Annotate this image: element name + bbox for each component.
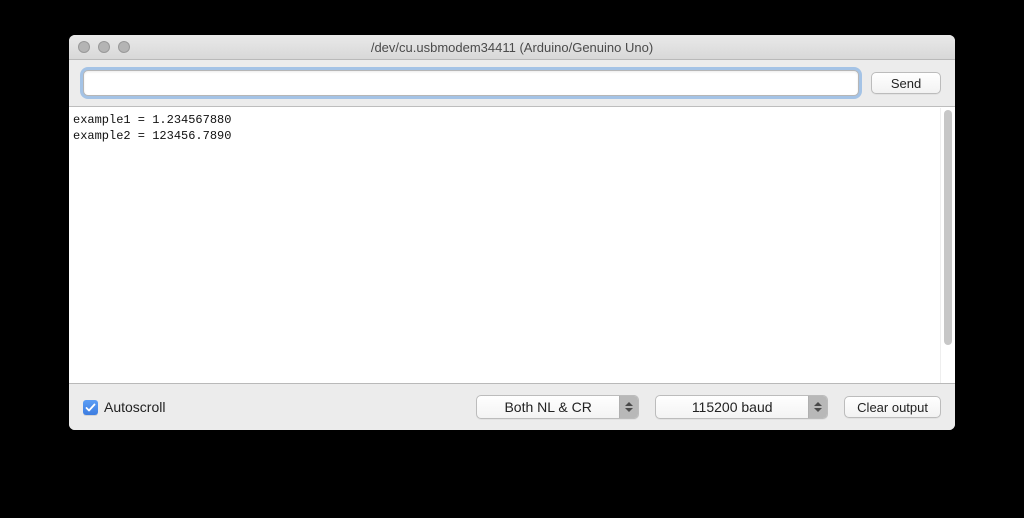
send-row: Send (69, 60, 955, 107)
serial-monitor-window: /dev/cu.usbmodem34411 (Arduino/Genuino U… (69, 35, 955, 430)
output-pane: example1 = 1.234567880 example2 = 123456… (69, 107, 955, 383)
zoom-icon[interactable] (118, 41, 130, 53)
line-ending-select[interactable]: Both NL & CR (476, 395, 639, 419)
autoscroll-option[interactable]: Autoscroll (83, 399, 165, 415)
serial-input[interactable] (83, 70, 859, 96)
clear-output-button[interactable]: Clear output (844, 396, 941, 418)
stepper-arrows-icon (619, 396, 638, 418)
autoscroll-label: Autoscroll (104, 399, 165, 415)
stepper-arrows-icon (808, 396, 827, 418)
send-button[interactable]: Send (871, 72, 941, 94)
close-icon[interactable] (78, 41, 90, 53)
baud-rate-value: 115200 baud (656, 396, 808, 418)
check-icon (85, 402, 96, 413)
line-ending-value: Both NL & CR (477, 396, 619, 418)
autoscroll-checkbox[interactable] (83, 400, 98, 415)
title-bar: /dev/cu.usbmodem34411 (Arduino/Genuino U… (69, 35, 955, 60)
serial-output: example1 = 1.234567880 example2 = 123456… (69, 108, 940, 383)
minimize-icon[interactable] (98, 41, 110, 53)
vertical-scrollbar[interactable] (940, 108, 955, 383)
scrollbar-thumb[interactable] (944, 110, 952, 345)
baud-rate-select[interactable]: 115200 baud (655, 395, 828, 419)
window-controls (78, 41, 130, 53)
window-title: /dev/cu.usbmodem34411 (Arduino/Genuino U… (371, 40, 653, 55)
bottom-bar: Autoscroll Both NL & CR 115200 baud Clea… (69, 383, 955, 430)
